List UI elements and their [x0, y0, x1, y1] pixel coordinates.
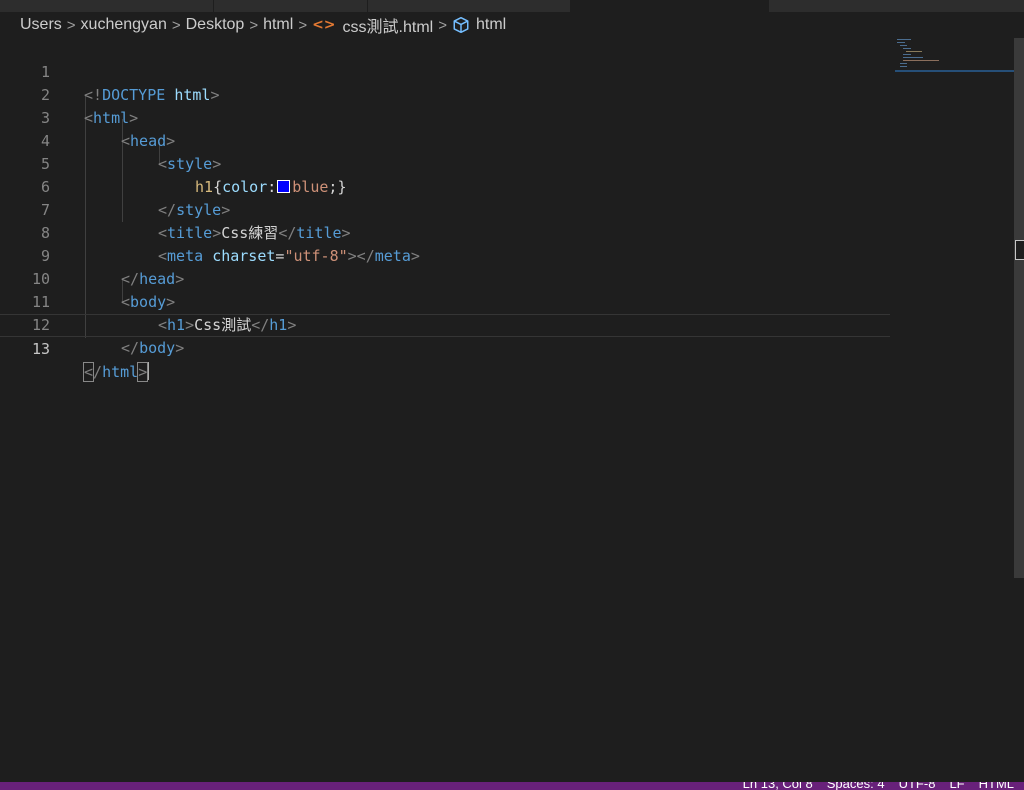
- code-line: 9 </head>: [0, 222, 890, 288]
- minimap-line: [900, 45, 907, 46]
- editor-tab[interactable]: [769, 0, 1024, 12]
- minimap-line: [903, 60, 939, 61]
- breadcrumb-item-user-folder[interactable]: xuchengyan: [81, 16, 167, 34]
- editor-tab[interactable]: [368, 0, 571, 12]
- editor-tab[interactable]: [214, 0, 368, 12]
- chevron-right-icon: >: [249, 16, 259, 34]
- vertical-scrollbar[interactable]: [1014, 38, 1024, 578]
- status-eol[interactable]: LF: [949, 782, 964, 790]
- scrollbar-position-marker: [1015, 240, 1024, 260]
- code-line: 3 <head>: [0, 84, 890, 150]
- code-line: 4 <style>: [0, 107, 890, 173]
- cube-icon: [452, 16, 470, 34]
- chevron-right-icon: >: [438, 16, 447, 34]
- code-brackets-icon: <>: [312, 17, 336, 33]
- chevron-right-icon: >: [171, 16, 181, 34]
- code-line: 6 </style>: [0, 153, 890, 219]
- breadcrumb-item-file[interactable]: css測試.html: [343, 13, 434, 37]
- code-text: </html>: [82, 361, 150, 384]
- token-punctuation: >: [175, 339, 185, 357]
- chevron-right-icon: >: [298, 16, 308, 34]
- minimap-line: [897, 39, 911, 40]
- tab-strip: [0, 0, 1024, 12]
- token-bracket-match: <: [82, 362, 95, 382]
- status-cursor-position[interactable]: Ln 13, Col 8: [743, 782, 813, 790]
- editor-tab-active[interactable]: [571, 0, 769, 12]
- code-editor[interactable]: 1 <!DOCTYPE html> 2 <html> 3 <head> 4 <s…: [0, 38, 1014, 782]
- status-bar: Ln 13, Col 8 Spaces: 4 UTF-8 LF HTML: [0, 782, 1024, 790]
- code-line: 2 <html>: [0, 61, 890, 127]
- code-line: 11 <h1>Css測試</h1>: [0, 268, 890, 334]
- breadcrumb-item-symbol[interactable]: html: [476, 16, 506, 34]
- code-line: 1 <!DOCTYPE html>: [0, 38, 890, 104]
- minimap-slider[interactable]: [895, 70, 1015, 72]
- minimap-line: [900, 63, 907, 64]
- minimap-line: [903, 57, 923, 58]
- status-language[interactable]: HTML: [979, 782, 1014, 790]
- minimap-line: [900, 66, 907, 67]
- code-line: 10 <body>: [0, 245, 890, 311]
- code-line: 12 </body>: [0, 291, 890, 357]
- token-punctuation: </: [121, 339, 140, 357]
- line-number: 13: [31, 340, 50, 358]
- editor-tab[interactable]: [0, 0, 214, 12]
- chevron-right-icon: >: [66, 16, 76, 34]
- status-bar-right: Ln 13, Col 8 Spaces: 4 UTF-8 LF HTML: [743, 782, 1014, 790]
- status-indentation[interactable]: Spaces: 4: [827, 782, 885, 790]
- code-line-current: 13 </html>: [0, 314, 890, 382]
- token-punctuation: /: [93, 363, 103, 381]
- code-line: 5 h1{color: blue;}: [0, 130, 890, 196]
- minimap[interactable]: [895, 38, 1015, 72]
- token-tag: html: [102, 363, 139, 381]
- breadcrumb-item-users[interactable]: Users: [20, 16, 62, 34]
- token-tag: body: [139, 339, 176, 357]
- breadcrumb-item-html-folder[interactable]: html: [263, 16, 293, 34]
- token-bracket-match: >: [137, 362, 149, 382]
- code-line: 7 <title>Css練習</title>: [0, 176, 890, 242]
- minimap-line: [897, 42, 905, 43]
- minimap-line: [906, 51, 922, 52]
- text-cursor: [147, 362, 150, 380]
- code-text: </body>: [121, 337, 184, 360]
- minimap-line: [903, 54, 911, 55]
- breadcrumb: Users > xuchengyan > Desktop > html > <>…: [0, 12, 1024, 38]
- status-encoding[interactable]: UTF-8: [899, 782, 936, 790]
- code-line: 8 <meta charset="utf-8"></meta>: [0, 199, 890, 265]
- minimap-line: [903, 48, 911, 49]
- breadcrumb-item-desktop[interactable]: Desktop: [186, 16, 245, 34]
